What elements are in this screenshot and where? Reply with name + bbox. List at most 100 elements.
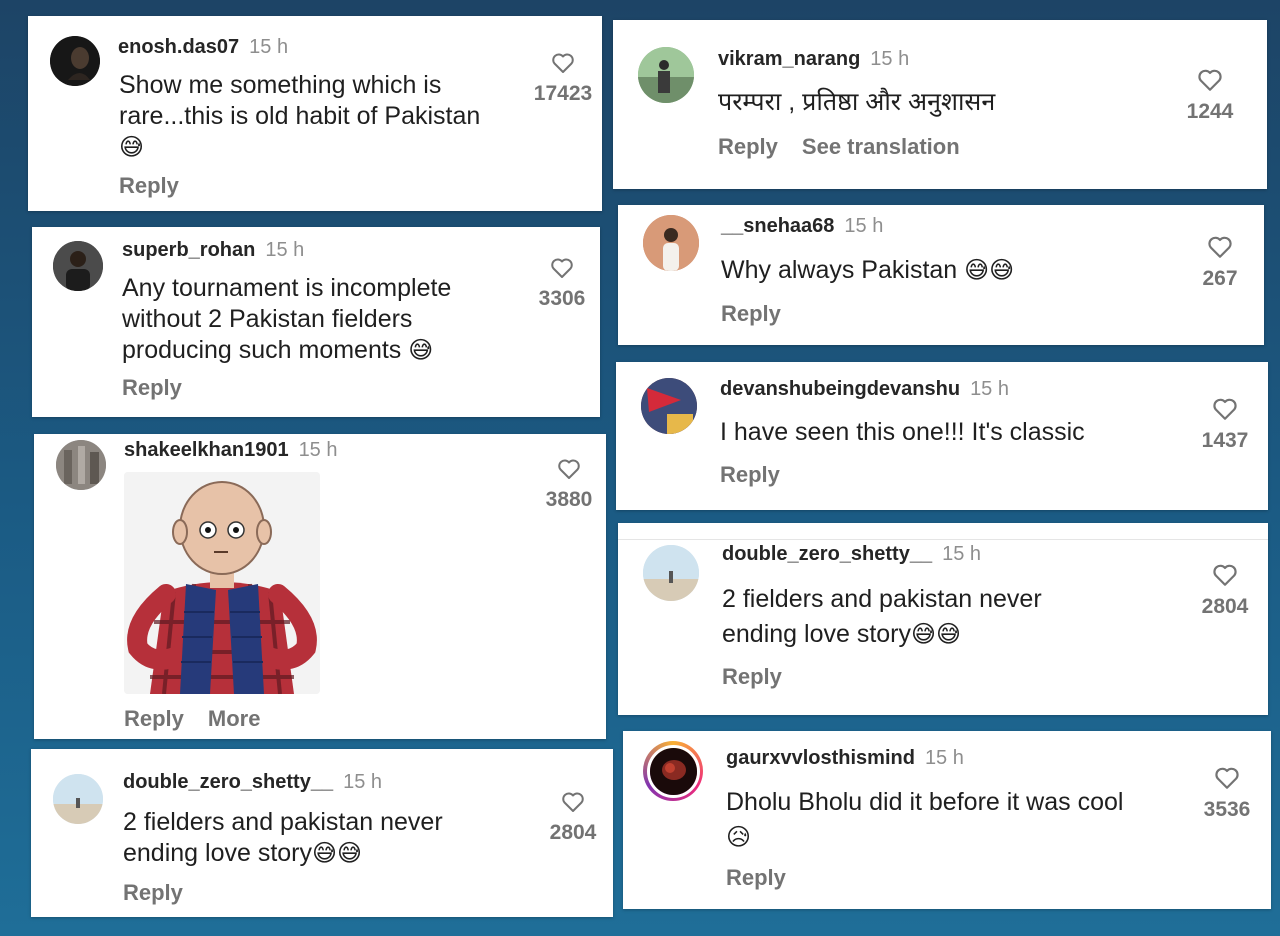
comment-meta: devanshubeingdevanshu 15 h <box>720 378 1009 401</box>
username-link[interactable]: vikram_narang <box>718 48 860 70</box>
comment-text: Why always Pakistan 😅😅 <box>721 255 1161 286</box>
comment-body: 2 fielders and pakistan never ending lov… <box>123 808 443 867</box>
comment-card: superb_rohan 15 h Any tournament is incom… <box>32 227 600 417</box>
comment-actions: Reply <box>726 865 810 891</box>
heart-icon[interactable] <box>1214 766 1240 790</box>
comment-actions: Reply <box>119 173 203 199</box>
username-link[interactable]: enosh.das07 <box>118 36 239 58</box>
like-count: 17423 <box>533 82 593 105</box>
timestamp: 15 h <box>343 771 383 793</box>
comment-actions: Reply <box>720 462 804 488</box>
avatar[interactable] <box>50 36 100 86</box>
comment-meta: __snehaa68 15 h <box>721 215 883 238</box>
like-area: 1244 <box>1165 68 1255 124</box>
see-translation-button[interactable]: See translation <box>802 134 960 159</box>
username-link[interactable]: gaurxvvlosthismind <box>726 747 915 769</box>
comment-meta: superb_rohan 15 h <box>122 239 304 262</box>
like-area: 3306 <box>517 257 607 311</box>
timestamp: 15 h <box>924 747 964 769</box>
timestamp: 15 h <box>970 378 1009 400</box>
comment-text: Dholu Bholu did it before it was cool 😥 <box>726 785 1146 855</box>
heart-icon[interactable] <box>551 52 575 74</box>
like-count: 1437 <box>1201 429 1249 452</box>
comment-text: Any tournament is incomplete without 2 P… <box>122 273 502 366</box>
like-area: 2804 <box>528 791 618 845</box>
avatar <box>646 744 700 798</box>
reply-button[interactable]: Reply <box>721 301 781 326</box>
avatar[interactable] <box>56 440 106 490</box>
grinning-sweat-emoji: 😅😅 <box>312 840 363 867</box>
reply-button[interactable]: Reply <box>726 865 786 890</box>
comment-text: परम्परा , प्रतिष्ठा और अनुशासन <box>718 87 1158 118</box>
grinning-sweat-emoji: 😅😅 <box>911 621 962 648</box>
comment-card: vikram_narang 15 h परम्परा , प्रतिष्ठा और… <box>613 20 1267 189</box>
reply-button[interactable]: Reply <box>122 375 182 400</box>
like-area: 3536 <box>1182 766 1272 822</box>
more-button[interactable]: More <box>208 706 261 731</box>
avatar[interactable] <box>53 774 103 824</box>
comment-text: 2 fielders and pakistan never ending lov… <box>722 582 1122 652</box>
username-link[interactable]: double_zero_shetty__ <box>123 771 333 793</box>
reply-button[interactable]: Reply <box>718 134 778 159</box>
comment-body: Why always Pakistan <box>721 256 958 284</box>
reply-button[interactable]: Reply <box>124 706 184 731</box>
avatar[interactable] <box>643 215 699 271</box>
comment-body: Any tournament is incomplete without 2 P… <box>122 274 452 364</box>
comment-body: I have seen this one!!! It's classic <box>720 418 1085 446</box>
reply-button[interactable]: Reply <box>722 664 782 689</box>
like-area: 267 <box>1175 235 1265 291</box>
username-link[interactable]: double_zero_shetty__ <box>722 543 932 565</box>
divider <box>618 539 1268 540</box>
avatar[interactable] <box>53 241 103 291</box>
like-count: 267 <box>1202 267 1238 290</box>
reply-button[interactable]: Reply <box>123 880 183 905</box>
heart-icon[interactable] <box>1197 68 1223 92</box>
comment-card: double_zero_shetty__ 15 h 2 fielders and … <box>31 749 613 917</box>
like-area: 1437 <box>1180 397 1270 453</box>
heart-icon[interactable] <box>1207 235 1233 259</box>
grinning-sweat-emoji: 😅 <box>119 134 145 161</box>
comment-meta: double_zero_shetty__ 15 h <box>722 543 981 566</box>
comment-card: gaurxvvlosthismind 15 h Dholu Bholu did i… <box>623 731 1271 909</box>
username-link[interactable]: shakeelkhan1901 <box>124 439 289 461</box>
comment-card: __snehaa68 15 h Why always Pakistan 😅😅 Re… <box>618 205 1264 345</box>
comment-card: enosh.das07 15 h Show me something which … <box>28 16 602 211</box>
like-count: 3880 <box>545 488 593 511</box>
comment-meta: enosh.das07 15 h <box>118 36 288 59</box>
comment-card: shakeelkhan1901 15 h Reply More 3880 <box>34 434 606 739</box>
comment-text: 2 fielders and pakistan never ending lov… <box>123 807 523 869</box>
like-count: 2804 <box>549 821 597 844</box>
grinning-sweat-emoji: 😅 <box>408 337 434 364</box>
comment-meta: double_zero_shetty__ 15 h <box>123 771 382 794</box>
heart-icon[interactable] <box>561 791 585 813</box>
timestamp: 15 h <box>870 48 910 70</box>
like-area: 17423 <box>518 52 608 106</box>
heart-icon[interactable] <box>557 458 581 480</box>
grinning-sweat-emoji: 😅😅 <box>964 257 1015 284</box>
comment-text: Show me something which is rare...this i… <box>119 70 519 163</box>
timestamp: 15 h <box>942 543 982 565</box>
reply-button[interactable]: Reply <box>720 462 780 487</box>
reply-button[interactable]: Reply <box>119 173 179 198</box>
heart-icon[interactable] <box>1212 397 1238 421</box>
like-count: 2804 <box>1201 595 1249 618</box>
username-link[interactable]: __snehaa68 <box>721 215 834 237</box>
avatar[interactable] <box>641 378 697 434</box>
comment-body: 2 fielders and pakistan never ending lov… <box>722 585 1042 648</box>
comment-text: I have seen this one!!! It's classic <box>720 417 1180 448</box>
comment-actions: Reply <box>123 880 207 906</box>
avatar-story-ring[interactable] <box>643 741 703 801</box>
heart-icon[interactable] <box>1212 563 1238 587</box>
username-link[interactable]: superb_rohan <box>122 239 255 261</box>
comment-card: devanshubeingdevanshu 15 h I have seen th… <box>616 362 1268 510</box>
avatar[interactable] <box>643 545 699 601</box>
timestamp: 15 h <box>249 36 289 58</box>
timestamp: 15 h <box>298 439 338 461</box>
username-link[interactable]: devanshubeingdevanshu <box>720 378 960 400</box>
timestamp: 15 h <box>265 239 305 261</box>
comment-meta: shakeelkhan1901 15 h <box>124 439 338 462</box>
comment-actions: Reply <box>722 664 806 690</box>
avatar[interactable] <box>638 47 694 103</box>
comment-body: Dholu Bholu did it before it was cool <box>726 788 1124 816</box>
heart-icon[interactable] <box>550 257 574 279</box>
